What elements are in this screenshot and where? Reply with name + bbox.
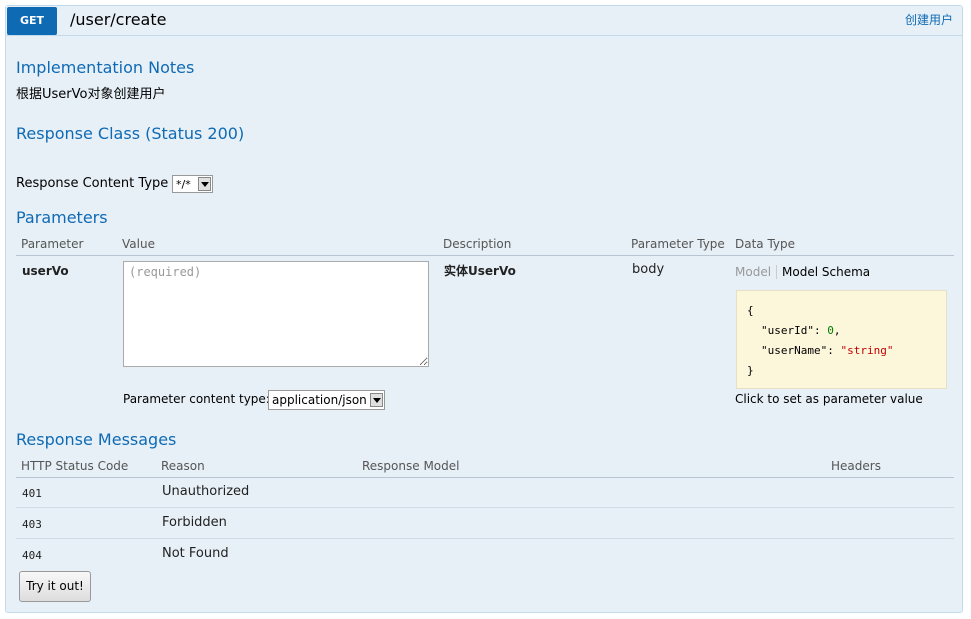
operation-heading[interactable]: GET /user/create 创建用户 [6,6,962,36]
param-col-value: Value [122,237,155,251]
response-content-type-select[interactable]: */* [172,175,213,193]
schema-comma: , [833,324,841,337]
resp-code: 401 [22,487,42,500]
response-content-type-value: */* [176,178,191,191]
param-col-parameter: Parameter [21,237,84,251]
resp-row-divider [16,538,954,539]
response-class-heading: Response Class (Status 200) [16,124,245,143]
schema-close-brace: } [747,364,754,377]
resp-reason: Forbidden [162,515,227,530]
param-name: userVo [22,264,69,278]
schema-key-userName: "userName" [761,344,828,357]
response-content-type-label: Response Content Type [16,176,169,191]
model-schema-snippet[interactable]: { "userId": 0, "userName": "string" } [736,290,947,389]
param-col-data-type: Data Type [735,237,796,251]
resp-reason: Not Found [162,546,229,561]
param-header-divider [16,255,954,256]
tab-model[interactable]: Model [735,265,778,279]
param-col-parameter-type: Parameter Type [631,237,725,251]
resp-code: 403 [22,518,42,531]
implementation-notes-heading: Implementation Notes [16,58,195,77]
schema-hint: Click to set as parameter value [735,392,923,406]
resp-col-status-code: HTTP Status Code [21,459,129,473]
resp-reason: Unauthorized [162,484,250,499]
method-badge[interactable]: GET [7,7,57,35]
operation-path[interactable]: /user/create [70,10,166,30]
schema-colon: : [827,344,841,357]
operation-summary-link[interactable]: 创建用户 [905,13,953,27]
data-type-tabs: Model Model Schema [735,265,870,279]
resp-col-reason: Reason [161,459,205,473]
parameters-heading: Parameters [16,208,108,227]
resp-col-headers: Headers [831,459,881,473]
schema-line-userId: "userId": 0, [747,321,946,341]
resp-row-divider [16,507,954,508]
schema-colon: : [813,324,828,337]
parameter-content-type-label: Parameter content type: [123,392,270,406]
operation-panel: GET /user/create 创建用户 Implementation Not… [5,5,963,613]
userVo-value-input[interactable] [123,261,429,367]
parameter-content-type-select[interactable]: application/json [268,390,385,410]
resp-code: 404 [22,549,42,562]
chevron-down-icon [198,177,211,191]
param-type: body [632,262,665,277]
schema-value-userName: "string" [840,344,894,357]
resp-header-divider [16,477,954,478]
schema-value-userId: 0 [827,324,834,337]
implementation-notes-text: 根据UserVo对象创建用户 [16,87,166,102]
response-messages-heading: Response Messages [16,430,177,449]
schema-line-userName: "userName": "string" [747,341,946,361]
schema-open-brace: { [747,304,754,317]
parameter-content-type-value: application/json [272,393,367,407]
param-description: 实体UserVo [444,264,516,278]
resp-col-response-model: Response Model [362,459,460,473]
chevron-down-icon [370,393,383,407]
tab-model-schema[interactable]: Model Schema [777,265,870,279]
try-it-out-button[interactable]: Try it out! [19,571,91,602]
param-col-description: Description [443,237,512,251]
schema-key-userId: "userId" [761,324,814,337]
